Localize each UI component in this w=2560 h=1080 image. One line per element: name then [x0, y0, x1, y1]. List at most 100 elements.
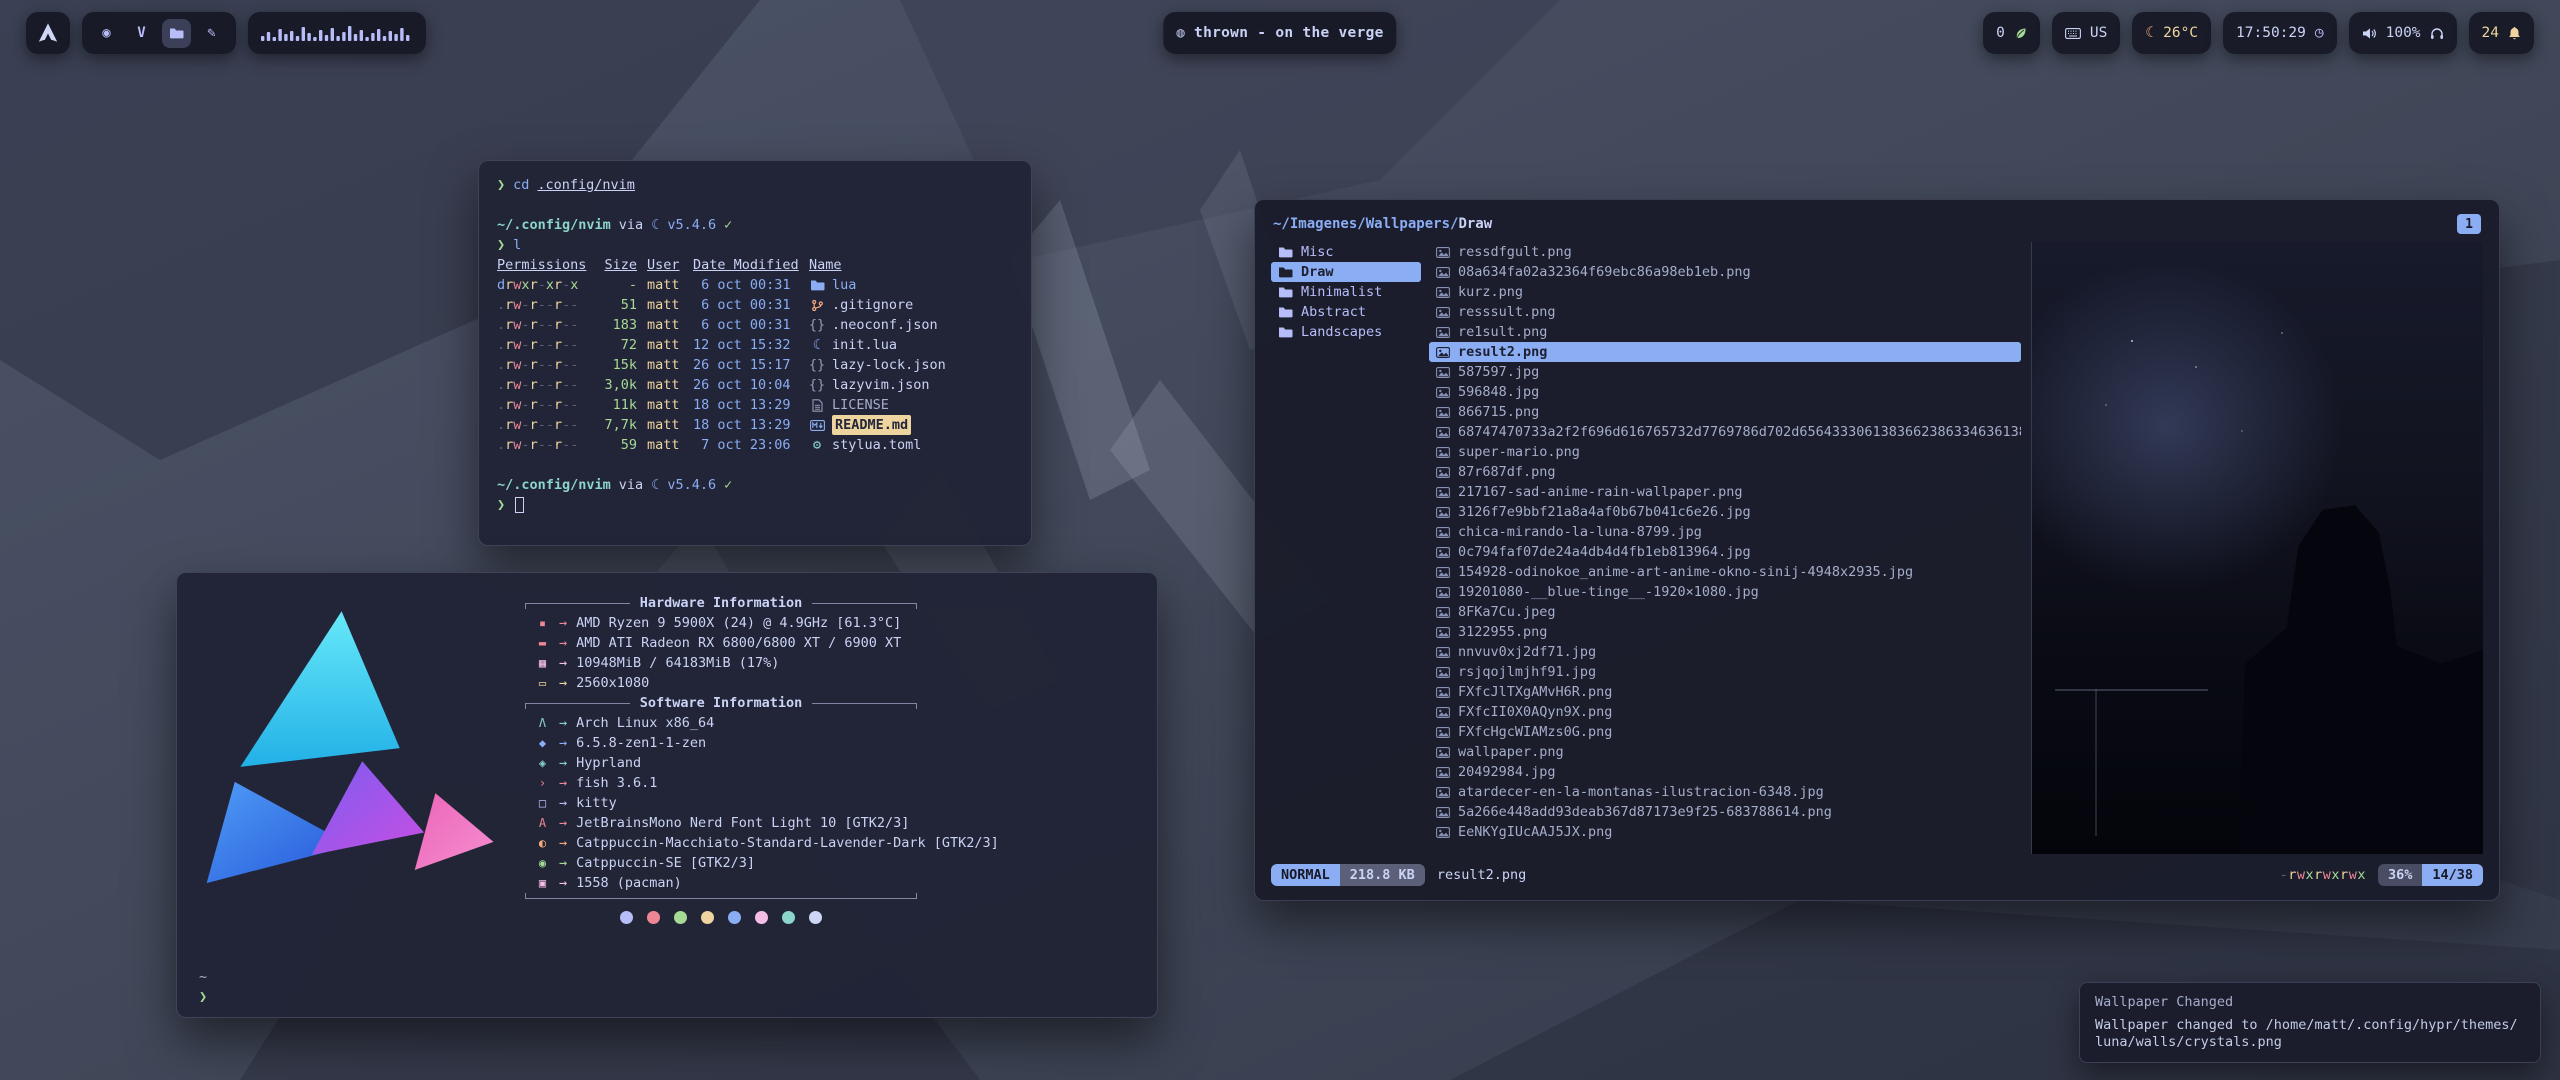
folder-item-minimalist[interactable]: Minimalist	[1271, 282, 1421, 302]
file-item[interactable]: atardecer-en-la-montanas-ilustracion-634…	[1429, 782, 2021, 802]
folder-item-abstract[interactable]: Abstract	[1271, 302, 1421, 322]
file-item[interactable]: 587597.jpg	[1429, 362, 2021, 382]
file-item[interactable]: 866715.png	[1429, 402, 2021, 422]
fetch-row-kernel: ◆→6.5.8-zen1-1-zen	[525, 733, 1157, 753]
file-item[interactable]: 217167-sad-anime-rain-wallpaper.png	[1429, 482, 2021, 502]
moon-icon: ☾	[2145, 25, 2154, 41]
image-file-icon	[1436, 707, 1450, 718]
image-file-icon	[1436, 587, 1450, 598]
image-file-icon	[1436, 627, 1450, 638]
fetch-info: Hardware Information ▪→AMD Ryzen 9 5900X…	[525, 573, 1157, 1017]
fetch-row-font: A→JetBrainsMono Nerd Font Light 10 [GTK2…	[525, 813, 1157, 833]
folder-item-landscapes[interactable]: Landscapes	[1271, 322, 1421, 342]
file-item[interactable]: 5a266e448add93deab367d87173e9f25-6837886…	[1429, 802, 2021, 822]
path-current: Draw	[1458, 216, 1492, 232]
arrow-icon: →	[559, 813, 567, 833]
file-item[interactable]: FXfcJlTXgAMvH6R.png	[1429, 682, 2021, 702]
file-manager-window[interactable]: ~/Imagenes/Wallpapers/Draw 1 MiscDrawMin…	[1254, 199, 2500, 901]
file-item[interactable]: FXfcHgcWIAMzs0G.png	[1429, 722, 2021, 742]
cursor-line: ❯	[497, 495, 1013, 515]
workspace-1-disc-icon[interactable]: ◉	[92, 19, 121, 48]
file-item[interactable]: 3126f7e9bbf21a8a4af0b67b041c6e26.jpg	[1429, 502, 2021, 522]
file-item[interactable]: 8FKa7Cu.jpeg	[1429, 602, 2021, 622]
arrow-icon: →	[559, 833, 567, 853]
cpu-icon: ▪	[535, 613, 550, 633]
file-item[interactable]: 87r687df.png	[1429, 462, 2021, 482]
ls-row: .rw-r--r--59matt 7 oct 23:06⚙stylua.toml	[497, 435, 1013, 455]
file-item[interactable]: result2.png	[1429, 342, 2021, 362]
terminal-window[interactable]: ❯cd.config/nvim ~/.config/nvimvia☾v5.4.6…	[478, 160, 1032, 546]
file-item[interactable]: 20492984.jpg	[1429, 762, 2021, 782]
file-item[interactable]: wallpaper.png	[1429, 742, 2021, 762]
folder-item-misc[interactable]: Misc	[1271, 242, 1421, 262]
workspace-3-folder-icon[interactable]	[162, 19, 191, 48]
fetch-row-terminal: □→kitty	[525, 793, 1157, 813]
image-file-icon	[1436, 747, 1450, 758]
launcher-button[interactable]	[26, 12, 70, 54]
visualizer-svg	[261, 23, 413, 43]
folder-icon	[1278, 306, 1293, 318]
blank-line	[497, 195, 1013, 215]
notification-popup[interactable]: Wallpaper Changed Wallpaper changed to /…	[2079, 982, 2541, 1063]
file-item[interactable]: ressdfgult.png	[1429, 242, 2021, 262]
file-item[interactable]: 596848.jpg	[1429, 382, 2021, 402]
file-item[interactable]: kurz.png	[1429, 282, 2021, 302]
moon-icon: ☾	[809, 335, 825, 355]
file-item[interactable]: FXfcII0X0AQyn9X.png	[1429, 702, 2021, 722]
volume-module[interactable]: 100%	[2349, 12, 2457, 54]
arrow-icon: →	[559, 613, 567, 633]
file-item[interactable]: chica-mirando-la-luna-8799.jpg	[1429, 522, 2021, 542]
file-item[interactable]: resssult.png	[1429, 302, 2021, 322]
file-item[interactable]: EeNKYgIUcAAJ5JX.png	[1429, 822, 2021, 842]
terminal-icon: □	[535, 793, 550, 813]
file-item[interactable]: 08a634fa02a32364f69ebc86a98eb1eb.png	[1429, 262, 2021, 282]
wm-icon: ◈	[535, 753, 550, 773]
window-title-pill[interactable]: ◍ thrown - on the verge	[1163, 12, 1396, 54]
workspace-4-pencil-icon[interactable]: ✎	[197, 19, 226, 48]
ls-row: .rw-r--r--7,7kmatt18 oct 13:29README.md	[497, 415, 1013, 435]
file-item[interactable]: super-mario.png	[1429, 442, 2021, 462]
file-item[interactable]: nnvuv0xj2df71.jpg	[1429, 642, 2021, 662]
audio-visualizer-widget	[248, 12, 426, 54]
arrow-icon: →	[559, 853, 567, 873]
arrow-icon: →	[559, 713, 567, 733]
desktop: ◉V ✎ ◍ thrown - on the verge 0 US	[0, 0, 2560, 1080]
file-item[interactable]: re1sult.png	[1429, 322, 2021, 342]
workspace-2-v-icon[interactable]: V	[127, 19, 156, 48]
image-file-icon	[1436, 447, 1450, 458]
palette-dot	[701, 911, 714, 924]
weather-module[interactable]: ☾ 26°C	[2132, 12, 2211, 54]
updates-module[interactable]: 0	[1983, 12, 2040, 54]
file-item[interactable]: 154928-odinokoe_anime-art-anime-okno-sin…	[1429, 562, 2021, 582]
file-item[interactable]: 0c794faf07de24a4db4d4fb1eb813964.jpg	[1429, 542, 2021, 562]
status-filename: result2.png	[1437, 867, 1526, 883]
file-item[interactable]: 19201080-__blue-tinge__-1920×1080.jpg	[1429, 582, 2021, 602]
folder-item-draw[interactable]: Draw	[1271, 262, 1421, 282]
arrow-icon: →	[559, 653, 567, 673]
image-file-icon	[1436, 687, 1450, 698]
fetch-row-memory: ▦→10948MiB / 64183MiB (17%)	[525, 653, 1157, 673]
command-line: ❯l	[497, 235, 1013, 255]
file-item[interactable]: 3122955.png	[1429, 622, 2021, 642]
clock-module[interactable]: 17:50:29 ◷	[2223, 12, 2337, 54]
image-file-icon	[1436, 727, 1450, 738]
keyboard-layout: US	[2090, 25, 2107, 41]
file-list: ressdfgult.png08a634fa02a32364f69ebc86a9…	[1421, 242, 2021, 854]
arrow-icon: →	[559, 773, 567, 793]
braces-icon: {}	[809, 355, 825, 375]
text-cursor	[515, 497, 524, 513]
ls-row: .rw-r--r--72matt12 oct 15:32☾init.lua	[497, 335, 1013, 355]
command-arg: .config/nvim	[537, 175, 635, 195]
arrow-icon: →	[559, 873, 567, 893]
file-item[interactable]: 68747470733a2f2f696d616765732d7769786d70…	[1429, 422, 2021, 442]
image-file-icon	[1436, 347, 1450, 358]
tab-indicator[interactable]: 1	[2457, 214, 2481, 234]
file-item[interactable]: rsjqojlmjhf91.jpg	[1429, 662, 2021, 682]
folder-icon	[1278, 246, 1293, 258]
palette-dot	[620, 911, 633, 924]
arrow-icon: →	[559, 673, 567, 693]
fetch-window[interactable]: Hardware Information ▪→AMD Ryzen 9 5900X…	[176, 572, 1158, 1018]
volume-level: 100%	[2386, 25, 2421, 41]
keyboard-layout-module[interactable]: US	[2052, 12, 2120, 54]
notifications-module[interactable]: 24	[2469, 12, 2534, 54]
